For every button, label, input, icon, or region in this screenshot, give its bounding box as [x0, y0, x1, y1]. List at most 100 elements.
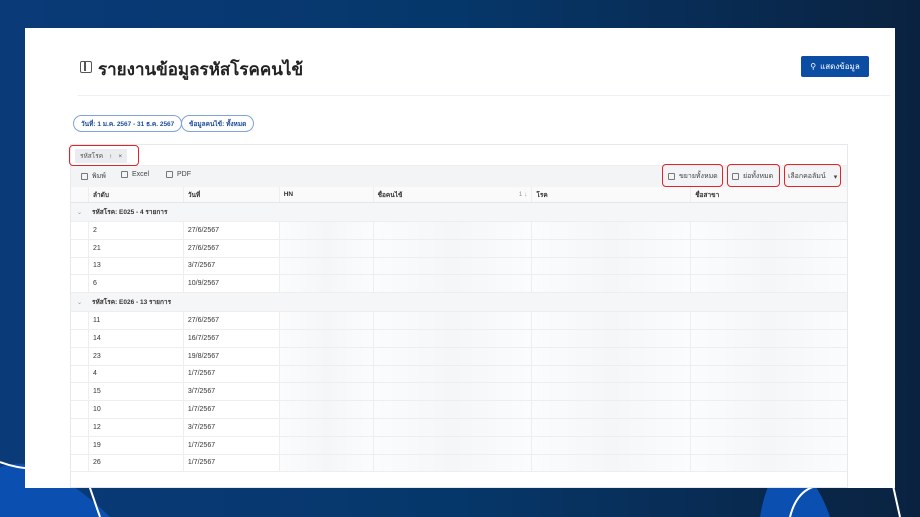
- disease-cell: [531, 436, 691, 454]
- disease-cell: [531, 383, 691, 401]
- hn-cell: [278, 436, 373, 454]
- column-header-disease[interactable]: โรค: [531, 187, 690, 202]
- excel-icon: [121, 171, 128, 178]
- group-panel: รหัสโรค ↑ ×: [69, 145, 847, 166]
- grid-toolbar: พิมพ์ Excel PDF ขยายทั้งหมด ย่อทั้งหมด เ…: [71, 164, 847, 187]
- date-filter-chip[interactable]: วันที่: 1 ม.ค. 2567 - 31 ธ.ค. 2567: [73, 115, 183, 132]
- table-row[interactable]: 4 1/7/2567: [71, 365, 847, 384]
- hn-cell: [278, 257, 373, 275]
- disease-cell: [531, 222, 691, 239]
- column-header-hn[interactable]: HN: [278, 187, 373, 202]
- patient-name-cell: [372, 454, 532, 472]
- order-cell: 12: [87, 418, 183, 436]
- branch-cell: [690, 239, 847, 257]
- patient-name-cell: [372, 365, 532, 383]
- branch-cell: [690, 418, 847, 436]
- order-cell: 21: [87, 239, 183, 257]
- highlight-box: [784, 164, 841, 187]
- order-cell: 19: [87, 436, 183, 454]
- hn-cell: [278, 418, 373, 436]
- data-grid: รหัสโรค ↑ × พิมพ์ Excel PDF ขยายทั้งหมด …: [69, 144, 848, 488]
- table-row[interactable]: 11 27/6/2567: [71, 312, 847, 330]
- branch-cell: [690, 312, 847, 329]
- printer-icon: [81, 173, 88, 180]
- table-row[interactable]: 10 1/7/2567: [71, 401, 847, 419]
- page-header: รายงานข้อมูลรหัสโรคคนไข้ ⚲ แสดงข้อมูล: [78, 38, 890, 96]
- column-header-order[interactable]: ลำดับ: [87, 187, 183, 202]
- table-row[interactable]: 26 1/7/2567: [71, 454, 847, 473]
- date-cell: 27/6/2567: [182, 239, 279, 257]
- branch-cell: [690, 222, 847, 239]
- branch-cell: [690, 436, 847, 454]
- disease-cell: [531, 275, 691, 293]
- highlight-box: [69, 145, 139, 166]
- patient-name-cell: [372, 222, 532, 239]
- patient-filter-chip[interactable]: ข้อมูลคนไข้: ทั้งหมด: [181, 115, 255, 132]
- disease-cell: [531, 257, 691, 275]
- patient-name-cell: [372, 239, 532, 257]
- group-row[interactable]: ⌄ รหัสโรค: E025 - 4 รายการ: [71, 203, 847, 222]
- order-cell: 10: [87, 401, 183, 418]
- print-button[interactable]: พิมพ์: [81, 171, 106, 182]
- patient-name-cell: [372, 436, 532, 454]
- table-row[interactable]: 23 19/8/2567: [71, 347, 847, 366]
- pdf-icon: [166, 171, 173, 178]
- column-header-date[interactable]: วันที่: [182, 187, 279, 202]
- date-cell: 1/7/2567: [182, 365, 279, 383]
- table-header: ลำดับ วันที่ HN ชื่อคนไข้ 1 ↓ โรค ชื่อสาข…: [71, 187, 847, 203]
- table-row[interactable]: 12 3/7/2567: [71, 418, 847, 437]
- branch-cell: [690, 257, 847, 275]
- patient-name-cell: [372, 312, 532, 329]
- hn-cell: [278, 365, 373, 383]
- date-cell: 1/7/2567: [182, 436, 279, 454]
- disease-cell: [531, 347, 691, 365]
- table-row[interactable]: 6 10/9/2567: [71, 275, 847, 294]
- column-header-branch[interactable]: ชื่อสาขา: [690, 187, 847, 202]
- date-cell: 19/8/2567: [182, 347, 279, 365]
- hn-cell: [278, 275, 373, 293]
- show-data-button[interactable]: ⚲ แสดงข้อมูล: [801, 56, 869, 77]
- date-cell: 27/6/2567: [182, 312, 279, 329]
- sort-desc-icon: ↓: [524, 191, 528, 198]
- hn-cell: [278, 312, 373, 329]
- table-row[interactable]: 19 1/7/2567: [71, 436, 847, 455]
- branch-cell: [690, 401, 847, 418]
- group-row[interactable]: ⌄ รหัสโรค: E026 - 13 รายการ: [71, 293, 847, 313]
- table-row[interactable]: 2 27/6/2567: [71, 222, 847, 240]
- report-card: รายงานข้อมูลรหัสโรคคนไข้ ⚲ แสดงข้อมูล วัน…: [25, 28, 895, 488]
- table-body: ⌄ รหัสโรค: E025 - 4 รายการ 2 27/6/2567 21 27/…: [71, 203, 847, 473]
- chevron-down-icon[interactable]: ⌄: [71, 298, 88, 306]
- hn-cell: [278, 401, 373, 418]
- hn-cell: [278, 239, 373, 257]
- highlight-box: [662, 164, 723, 187]
- branch-cell: [690, 329, 847, 347]
- pdf-button[interactable]: PDF: [166, 171, 191, 178]
- date-cell: 1/7/2567: [182, 454, 279, 472]
- disease-cell: [531, 418, 691, 436]
- patient-name-cell: [372, 257, 532, 275]
- date-cell: 1/7/2567: [182, 401, 279, 418]
- date-cell: 27/6/2567: [182, 222, 279, 239]
- excel-button[interactable]: Excel: [121, 171, 149, 178]
- table-row[interactable]: 15 3/7/2567: [71, 383, 847, 402]
- search-icon: ⚲: [810, 62, 817, 71]
- chevron-down-icon[interactable]: ⌄: [71, 208, 88, 216]
- hn-cell: [278, 222, 373, 239]
- patient-name-cell: [372, 275, 532, 293]
- order-cell: 15: [87, 383, 183, 401]
- patient-name-cell: [372, 401, 532, 418]
- column-header-patient-name[interactable]: ชื่อคนไข้ 1 ↓: [372, 187, 532, 202]
- hn-cell: [278, 383, 373, 401]
- patient-name-cell: [372, 347, 532, 365]
- order-cell: 11: [87, 312, 183, 329]
- disease-cell: [531, 239, 691, 257]
- table-row[interactable]: 14 16/7/2567: [71, 329, 847, 348]
- highlight-box: [727, 164, 780, 187]
- sort-index-badge: 1: [518, 191, 523, 198]
- sidebar-toggle-icon[interactable]: [80, 61, 92, 73]
- table-row[interactable]: 13 3/7/2567: [71, 257, 847, 276]
- table-row[interactable]: 21 27/6/2567: [71, 239, 847, 258]
- disease-cell: [531, 312, 691, 329]
- branch-cell: [690, 347, 847, 365]
- patient-name-cell: [372, 329, 532, 347]
